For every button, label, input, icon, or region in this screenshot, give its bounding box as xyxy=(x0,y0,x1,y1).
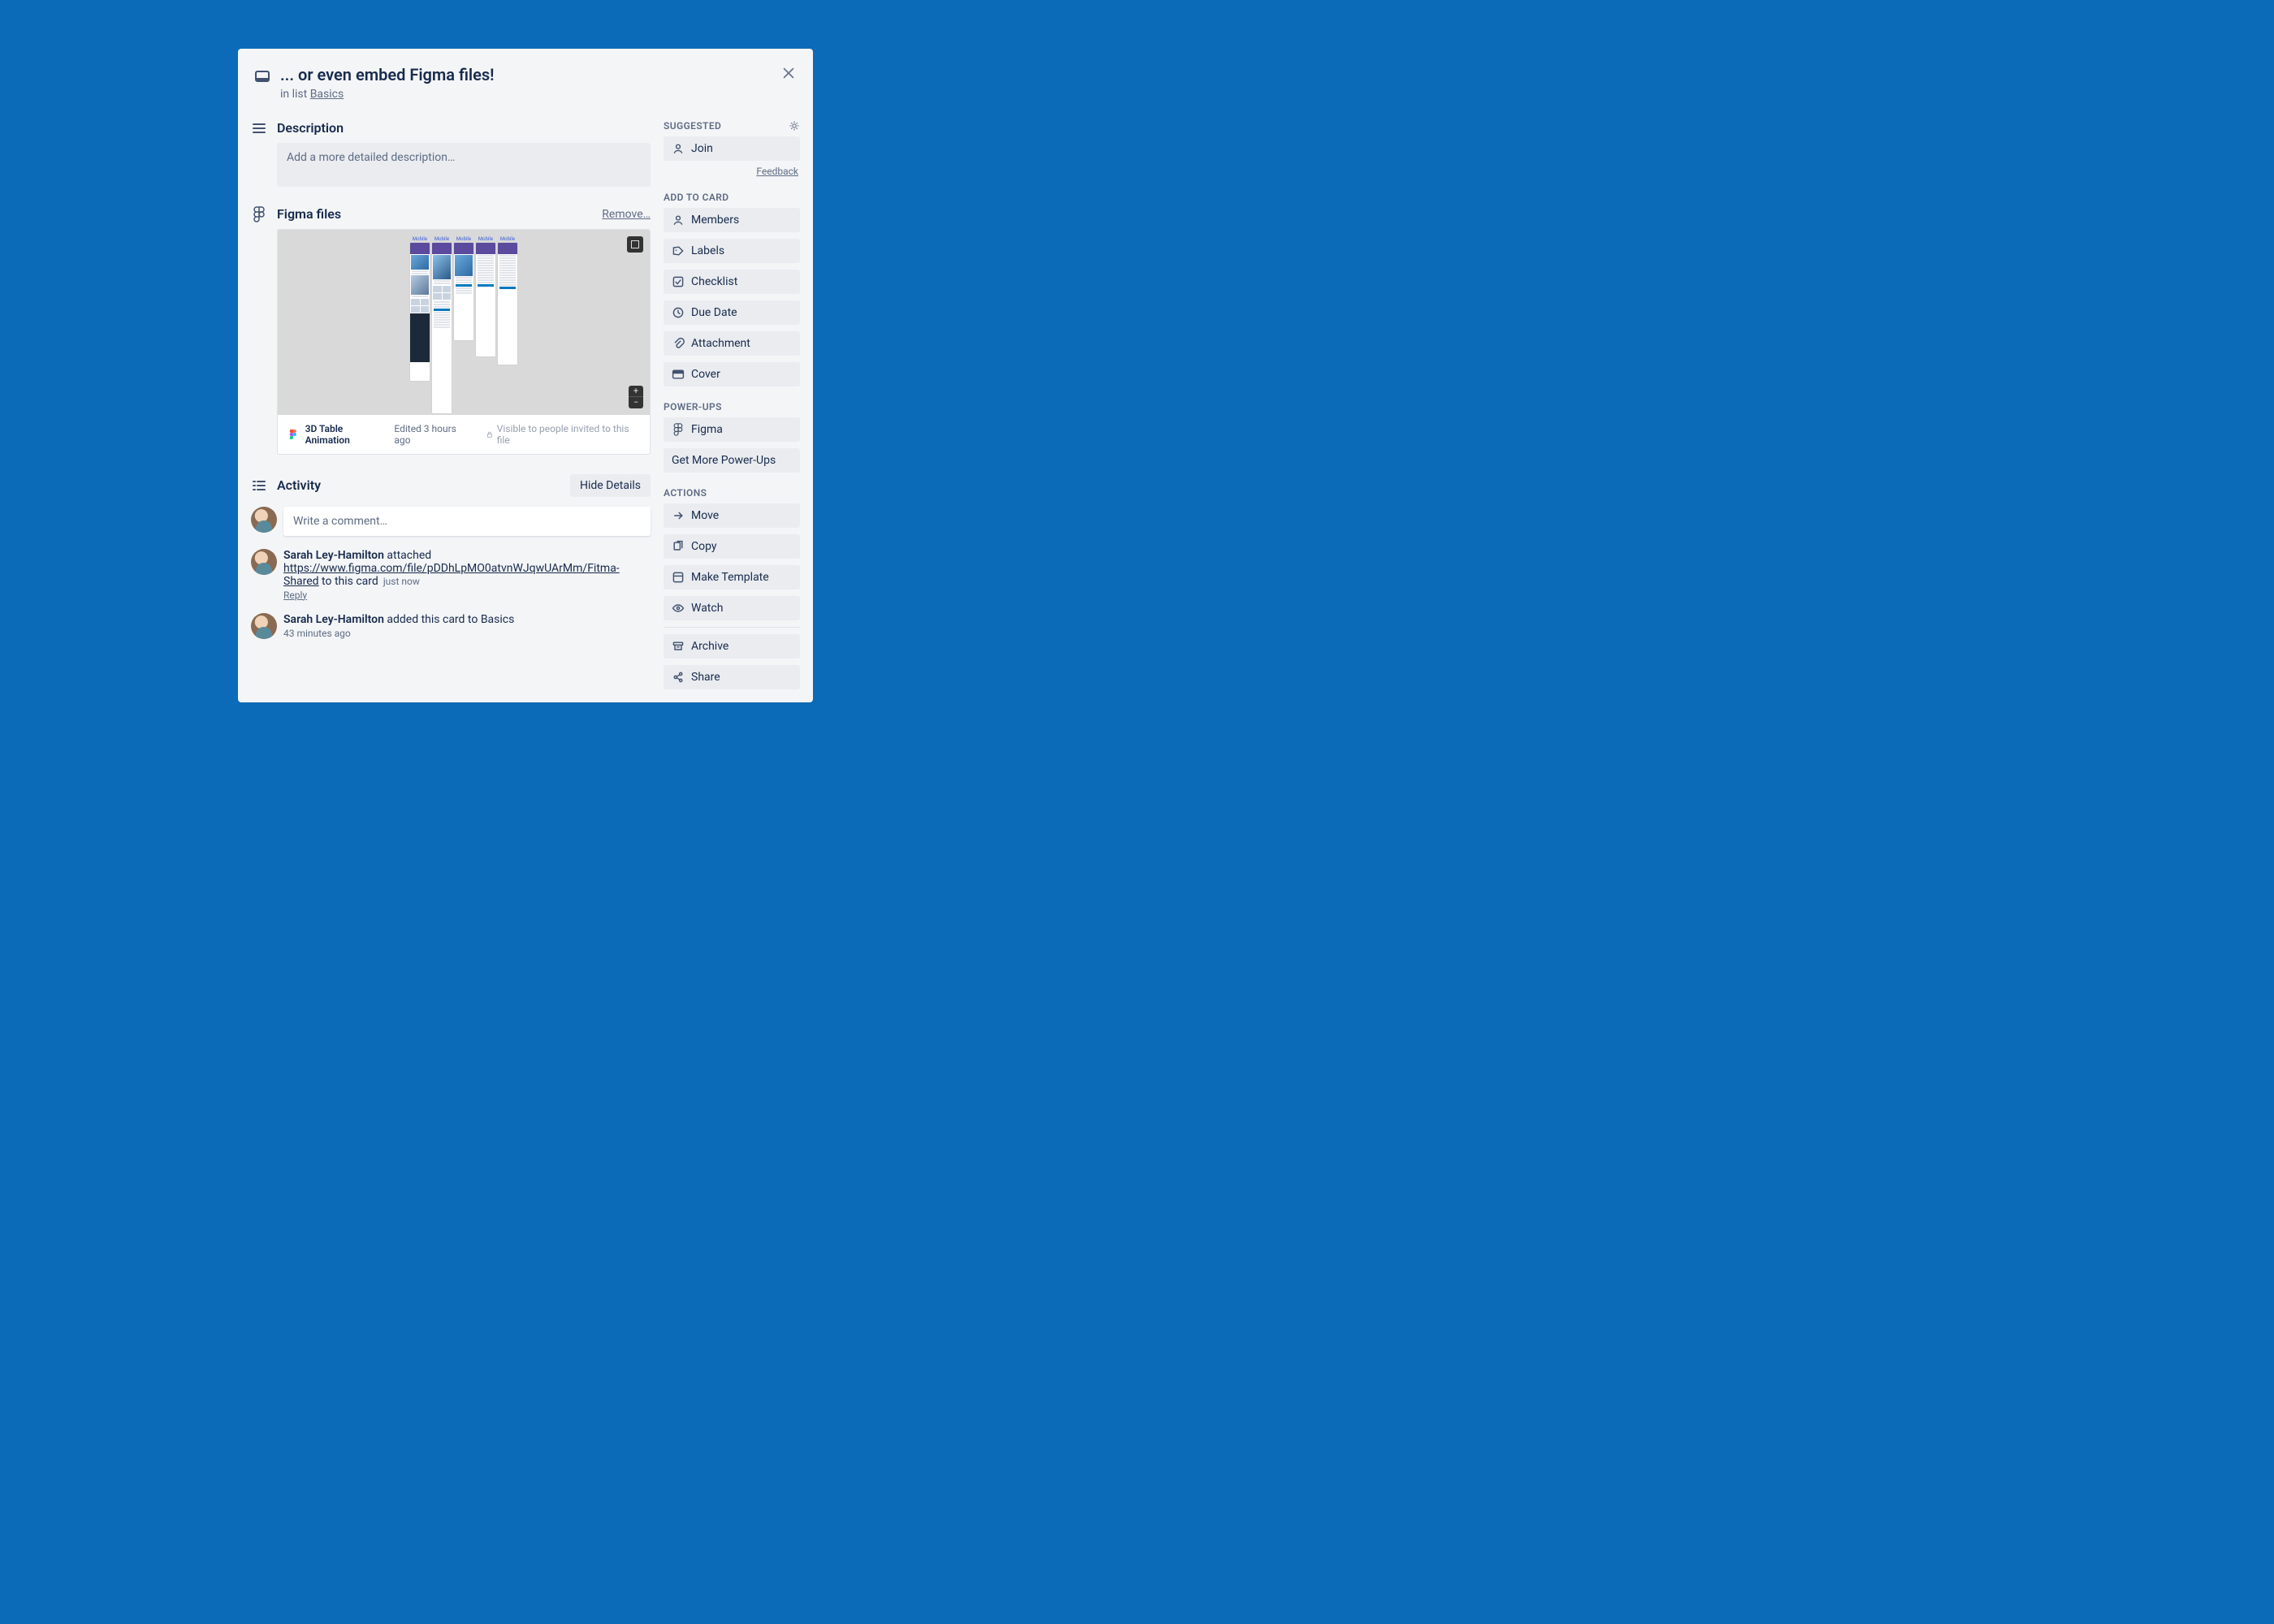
activity-heading: Activity xyxy=(277,477,570,493)
arrow-icon xyxy=(672,509,685,522)
figma-remove-link[interactable]: Remove… xyxy=(602,208,651,221)
fullscreen-button[interactable] xyxy=(627,236,643,253)
avatar[interactable] xyxy=(251,613,277,639)
activity-section: Activity Hide Details Write a comment… S… xyxy=(251,474,651,639)
attachment-button[interactable]: Attachment xyxy=(664,331,800,356)
clock-icon xyxy=(672,306,685,319)
actions-group: Actions Move Copy Make Template Watch Ar… xyxy=(664,487,800,689)
archive-button[interactable]: Archive xyxy=(664,634,800,659)
figma-logo-icon xyxy=(287,429,299,440)
lock-icon xyxy=(486,430,494,438)
list-link[interactable]: Basics xyxy=(310,88,344,101)
divider xyxy=(664,627,800,628)
checklist-icon xyxy=(672,275,685,288)
activity-author[interactable]: Sarah Ley-Hamilton xyxy=(283,613,384,626)
user-icon xyxy=(672,142,685,155)
description-input[interactable]: Add a more detailed description… xyxy=(277,143,651,187)
add-to-card-title: Add to card xyxy=(664,192,729,203)
activity-timestamp: 43 minutes ago xyxy=(283,628,651,639)
eye-icon xyxy=(672,602,685,615)
figma-embed: +− Mobile Mobile Mobile Mobile Mobile 3D… xyxy=(277,229,651,455)
card-header: ... or even embed Figma files! in list B… xyxy=(251,62,800,101)
attachment-icon xyxy=(672,337,685,350)
card-location: in list Basics xyxy=(280,88,767,101)
add-to-card-group: Add to card Members Labels Checklist Due… xyxy=(664,192,800,387)
move-button[interactable]: Move xyxy=(664,503,800,528)
card-dialog: ... or even embed Figma files! in list B… xyxy=(238,49,813,702)
suggested-group: Suggested Join Feedback xyxy=(664,120,800,177)
members-button[interactable]: Members xyxy=(664,208,800,232)
feedback-link[interactable]: Feedback xyxy=(664,166,798,177)
power-ups-title: Power-Ups xyxy=(664,401,722,412)
figma-powerup-button[interactable]: Figma xyxy=(664,417,800,442)
gear-icon[interactable] xyxy=(789,120,800,132)
avatar[interactable] xyxy=(251,549,277,575)
avatar[interactable] xyxy=(251,507,277,533)
archive-icon xyxy=(672,640,685,653)
suggested-title: Suggested xyxy=(664,120,721,132)
zoom-control[interactable]: +− xyxy=(629,386,643,408)
labels-button[interactable]: Labels xyxy=(664,239,800,263)
template-icon xyxy=(672,571,685,584)
figma-visibility: Visible to people invited to this file xyxy=(486,423,640,446)
card-icon xyxy=(254,65,280,101)
activity-item: Sarah Ley-Hamilton attached https://www.… xyxy=(251,549,651,602)
figma-icon xyxy=(672,423,685,436)
activity-item: Sarah Ley-Hamilton added this card to Ba… xyxy=(251,613,651,639)
get-more-powerups-button[interactable]: Get More Power-Ups xyxy=(664,448,800,473)
copy-icon xyxy=(672,540,685,553)
power-ups-group: Power-Ups Figma Get More Power-Ups xyxy=(664,401,800,473)
card-title[interactable]: ... or even embed Figma files! xyxy=(280,65,767,84)
figma-frames: Mobile Mobile Mobile Mobile Mobile xyxy=(410,236,517,413)
close-button[interactable] xyxy=(776,60,802,86)
label-icon xyxy=(672,244,685,257)
description-icon xyxy=(251,120,277,136)
description-heading: Description xyxy=(277,120,651,136)
activity-icon xyxy=(251,477,277,494)
reply-link[interactable]: Reply xyxy=(283,590,307,601)
join-button[interactable]: Join xyxy=(664,136,800,161)
checklist-button[interactable]: Checklist xyxy=(664,270,800,294)
share-button[interactable]: Share xyxy=(664,665,800,689)
cover-button[interactable]: Cover xyxy=(664,362,800,387)
user-icon xyxy=(672,214,685,227)
figma-icon xyxy=(251,206,277,222)
activity-author[interactable]: Sarah Ley-Hamilton xyxy=(283,549,384,562)
cover-icon xyxy=(672,368,685,381)
figma-files-section: Figma files Remove… +− Mobile Mobile Mob… xyxy=(251,206,651,455)
sidebar: Suggested Join Feedback Add to card Memb… xyxy=(664,120,800,689)
figma-file-name[interactable]: 3D Table Animation xyxy=(305,423,388,446)
close-icon xyxy=(781,66,796,80)
watch-button[interactable]: Watch xyxy=(664,596,800,620)
figma-canvas[interactable]: +− Mobile Mobile Mobile Mobile Mobile xyxy=(278,230,650,415)
hide-details-button[interactable]: Hide Details xyxy=(570,474,651,497)
actions-title: Actions xyxy=(664,487,707,499)
description-section: Description Add a more detailed descript… xyxy=(251,120,651,187)
figma-edited-time: Edited 3 hours ago xyxy=(394,423,473,446)
share-icon xyxy=(672,671,685,684)
copy-button[interactable]: Copy xyxy=(664,534,800,559)
make-template-button[interactable]: Make Template xyxy=(664,565,800,590)
figma-footer: 3D Table Animation Edited 3 hours ago Vi… xyxy=(278,415,650,454)
comment-input[interactable]: Write a comment… xyxy=(283,507,651,536)
figma-heading: Figma files xyxy=(277,206,602,222)
due-date-button[interactable]: Due Date xyxy=(664,300,800,325)
